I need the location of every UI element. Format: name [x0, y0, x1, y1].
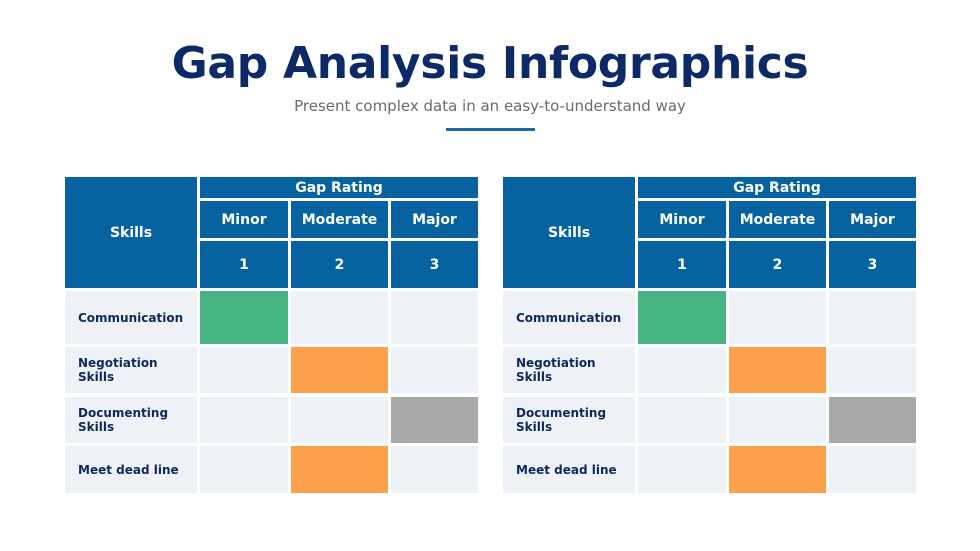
- rating-cell-empty: [638, 347, 726, 393]
- skills-header: Skills: [503, 177, 635, 288]
- skill-label: Communication: [65, 291, 197, 344]
- skill-label: Negotiation Skills: [503, 347, 635, 393]
- page-subtitle: Present complex data in an easy-to-under…: [294, 97, 686, 115]
- rating-cell-filled: [729, 347, 826, 393]
- rating-cell-empty: [829, 347, 916, 393]
- skill-label: Documenting Skills: [503, 397, 635, 443]
- skill-label: Communication: [503, 291, 635, 344]
- skill-label: Documenting Skills: [65, 397, 197, 443]
- page-title: Gap Analysis Infographics: [171, 38, 809, 89]
- rating-label-minor: Minor: [200, 201, 288, 238]
- rating-cell-empty: [729, 397, 826, 443]
- rating-cell-empty: [829, 291, 916, 344]
- rating-number-3: 3: [829, 241, 916, 288]
- rating-cell-filled: [638, 291, 726, 344]
- rating-cell-empty: [638, 446, 726, 493]
- rating-cell-empty: [391, 347, 478, 393]
- rating-cell-filled: [291, 446, 388, 493]
- rating-cell-filled: [729, 446, 826, 493]
- rating-cell-empty: [200, 347, 288, 393]
- gap-table-1: Skills Gap Rating Minor 1 Moderate 2 Major 3 Com…: [65, 177, 478, 493]
- skills-header: Skills: [65, 177, 197, 288]
- rating-number-2: 2: [291, 241, 388, 288]
- rating-number-3: 3: [391, 241, 478, 288]
- rating-cell-empty: [291, 291, 388, 344]
- rating-cell-empty: [291, 397, 388, 443]
- gap-rating-header: Gap Rating: [638, 177, 916, 198]
- skill-label: Meet dead line: [503, 446, 635, 493]
- rating-cell-empty: [200, 446, 288, 493]
- rating-cell-empty: [391, 291, 478, 344]
- skill-label: Negotiation Skills: [65, 347, 197, 393]
- rating-cell-empty: [638, 397, 726, 443]
- gap-rating-header: Gap Rating: [200, 177, 478, 198]
- rating-cell-empty: [829, 446, 916, 493]
- rating-cell-filled: [291, 347, 388, 393]
- gap-table-2: Skills Gap Rating Minor 1 Moderate 2 Major 3 Com…: [503, 177, 916, 493]
- rating-label-moderate: Moderate: [291, 201, 388, 238]
- rating-number-1: 1: [638, 241, 726, 288]
- rating-number-1: 1: [200, 241, 288, 288]
- rating-number-2: 2: [729, 241, 826, 288]
- rating-cell-filled: [391, 397, 478, 443]
- rating-cell-empty: [200, 397, 288, 443]
- rating-cell-empty: [729, 291, 826, 344]
- rating-label-minor: Minor: [638, 201, 726, 238]
- rating-label-major: Major: [829, 201, 916, 238]
- skill-label: Meet dead line: [65, 446, 197, 493]
- rating-cell-empty: [391, 446, 478, 493]
- title-divider: [446, 128, 535, 131]
- rating-cell-filled: [829, 397, 916, 443]
- rating-cell-filled: [200, 291, 288, 344]
- rating-label-moderate: Moderate: [729, 201, 826, 238]
- rating-label-major: Major: [391, 201, 478, 238]
